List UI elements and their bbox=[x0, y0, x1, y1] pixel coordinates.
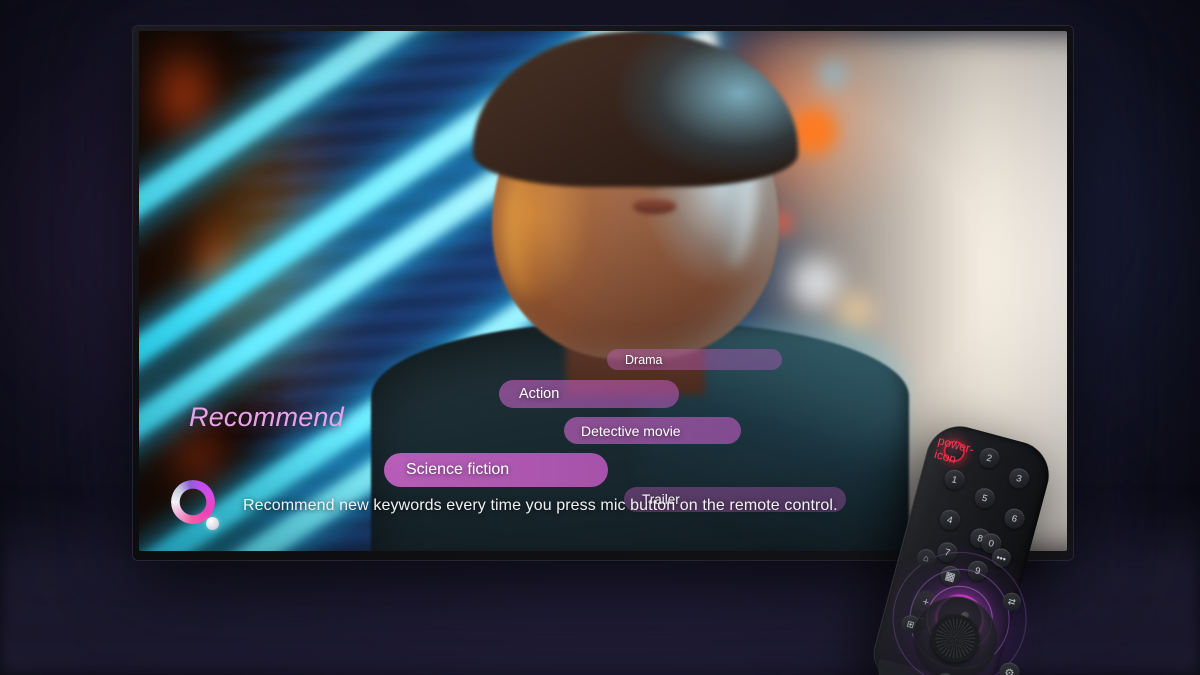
keyword-pill-label: Science fiction bbox=[406, 461, 510, 478]
power-icon[interactable]: power-icon bbox=[933, 433, 976, 466]
keyword-pill-label: Action bbox=[519, 386, 560, 402]
screenshot-scene: Recommend Drama Action Detective movie Scie… bbox=[0, 0, 1200, 675]
keyword-pill[interactable]: Detective movie bbox=[564, 417, 741, 444]
keyword-pill[interactable]: Drama bbox=[607, 349, 782, 370]
recommend-section-label: Recommend bbox=[189, 402, 344, 432]
keyword-pill[interactable]: Action bbox=[499, 380, 679, 408]
thinq-dot bbox=[206, 517, 219, 530]
hint-text: Recommend new keywords every time you pr… bbox=[243, 497, 838, 514]
keyword-pill-label: Detective movie bbox=[581, 422, 681, 439]
hint-row: Recommend new keywords every time you pr… bbox=[163, 479, 838, 533]
thinq-ai-ring-icon bbox=[169, 479, 223, 533]
keyword-pill-label: Drama bbox=[625, 352, 663, 367]
